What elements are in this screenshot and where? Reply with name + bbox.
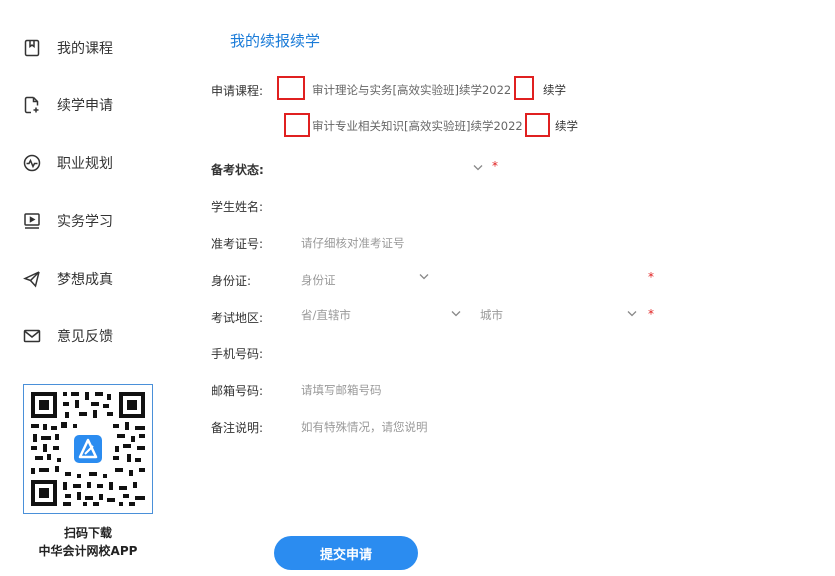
student-name-input[interactable] — [296, 193, 636, 215]
send-icon — [22, 269, 42, 289]
course-badge-2: 续学 — [555, 119, 578, 133]
id-number-input[interactable] — [440, 267, 640, 289]
course-checkbox-1[interactable] — [277, 76, 305, 100]
chevron-down-icon[interactable] — [450, 307, 462, 319]
chevron-down-icon[interactable] — [472, 161, 484, 173]
sidebar-item-label: 意见反馈 — [57, 329, 113, 345]
qr-code — [23, 384, 153, 514]
sidebar-item-label: 续学申请 — [57, 98, 113, 114]
required-mark: * — [492, 159, 498, 173]
sidebar-item-label: 我的课程 — [57, 41, 113, 57]
qr-caption-line1: 扫码下载 — [63, 526, 112, 540]
monitor-icon — [22, 211, 42, 231]
qr-caption-line2: 中华会计网校APP — [38, 544, 138, 558]
submit-button[interactable]: 提交申请 — [274, 536, 418, 570]
sidebar-item-label: 职业规划 — [57, 156, 113, 172]
sidebar: 我的课程 续学申请 职业规划 实务学习 梦想成真 意见反馈 扫码下载 中华会计网… — [0, 0, 190, 576]
course-name-2: 审计专业相关知识[高效实验班]续学2022 — [312, 119, 523, 133]
qr-code-image — [27, 388, 149, 510]
city-select[interactable]: 城市 — [480, 307, 503, 323]
sidebar-item-renewal[interactable]: 续学申请 — [22, 93, 113, 117]
course-name-1: 审计理论与实务[高效实验班]续学2022 — [312, 83, 512, 97]
pulse-icon — [22, 153, 42, 173]
sidebar-item-my-courses[interactable]: 我的课程 — [22, 36, 113, 60]
province-select[interactable]: 省/直辖市 — [301, 307, 351, 323]
course-checkbox-2[interactable] — [284, 113, 310, 137]
email-label: 邮箱号码: — [211, 384, 264, 398]
status-select[interactable] — [296, 156, 486, 178]
course-label: 申请课程: — [211, 84, 264, 98]
student-name-label: 学生姓名: — [211, 200, 264, 214]
file-add-icon — [22, 95, 42, 115]
phone-input[interactable] — [296, 340, 636, 362]
note-input[interactable]: 如有特殊情况，请您说明 — [301, 419, 428, 435]
required-mark: * — [648, 270, 654, 284]
ticket-input[interactable]: 请仔细核对准考证号 — [301, 235, 405, 251]
email-input[interactable]: 请填写邮箱号码 — [301, 382, 382, 398]
page-title: 我的续报续学 — [230, 32, 321, 50]
chevron-down-icon[interactable] — [626, 307, 638, 319]
note-label: 备注说明: — [211, 421, 264, 435]
course-badge-checkbox-2[interactable] — [525, 113, 550, 137]
phone-label: 手机号码: — [211, 347, 264, 361]
chevron-down-icon[interactable] — [418, 270, 430, 282]
course-badge-1: 续学 — [543, 83, 566, 97]
required-mark: * — [648, 307, 654, 321]
sidebar-item-practice[interactable]: 实务学习 — [22, 209, 113, 233]
sidebar-item-label: 实务学习 — [57, 214, 113, 230]
sidebar-item-dream[interactable]: 梦想成真 — [22, 267, 113, 291]
sidebar-item-label: 梦想成真 — [57, 272, 113, 288]
ticket-label: 准考证号: — [211, 237, 264, 251]
mail-icon — [22, 326, 42, 346]
sidebar-item-career[interactable]: 职业规划 — [22, 151, 113, 175]
sidebar-item-feedback[interactable]: 意见反馈 — [22, 324, 113, 348]
bookmark-icon — [22, 38, 42, 58]
status-label: 备考状态: — [211, 163, 264, 177]
id-label: 身份证: — [211, 274, 252, 288]
region-label: 考试地区: — [211, 311, 264, 325]
course-badge-checkbox-1[interactable] — [514, 76, 534, 100]
id-type-select[interactable]: 身份证 — [301, 272, 336, 288]
